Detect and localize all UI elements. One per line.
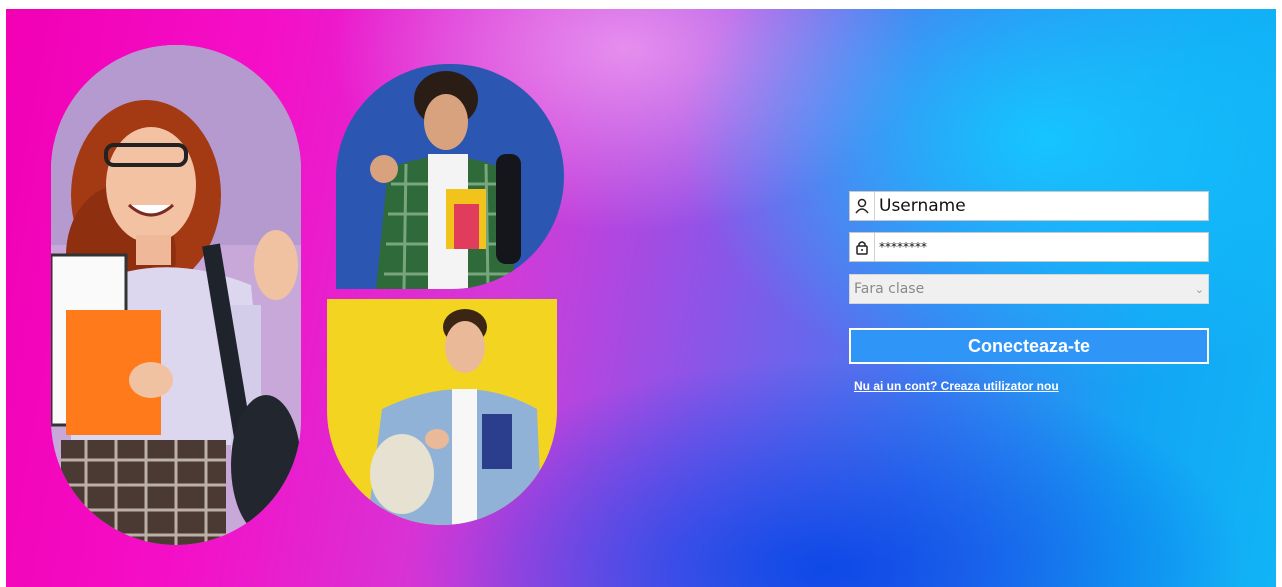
student-photo-man-yellow [327,299,557,525]
chevron-down-icon: ⌄ [1194,283,1204,296]
user-icon [850,192,875,220]
student-photo-man-blue [336,64,564,289]
username-field[interactable] [849,191,1209,221]
create-account-link[interactable]: Nu ai un cont? Creaza utilizator nou [854,379,1059,393]
connect-button[interactable]: Conecteaza-te [849,328,1209,364]
password-input[interactable] [875,234,1208,260]
class-select-value: Fara clase [854,281,925,297]
class-select[interactable]: Fara clase ⌄ [849,274,1209,304]
username-input[interactable] [875,193,1208,219]
password-field[interactable] [849,232,1209,262]
lock-icon [850,233,875,261]
student-photo-woman [51,45,301,545]
login-background: Fara clase ⌄ Conecteaza-te Nu ai un cont… [6,9,1276,587]
